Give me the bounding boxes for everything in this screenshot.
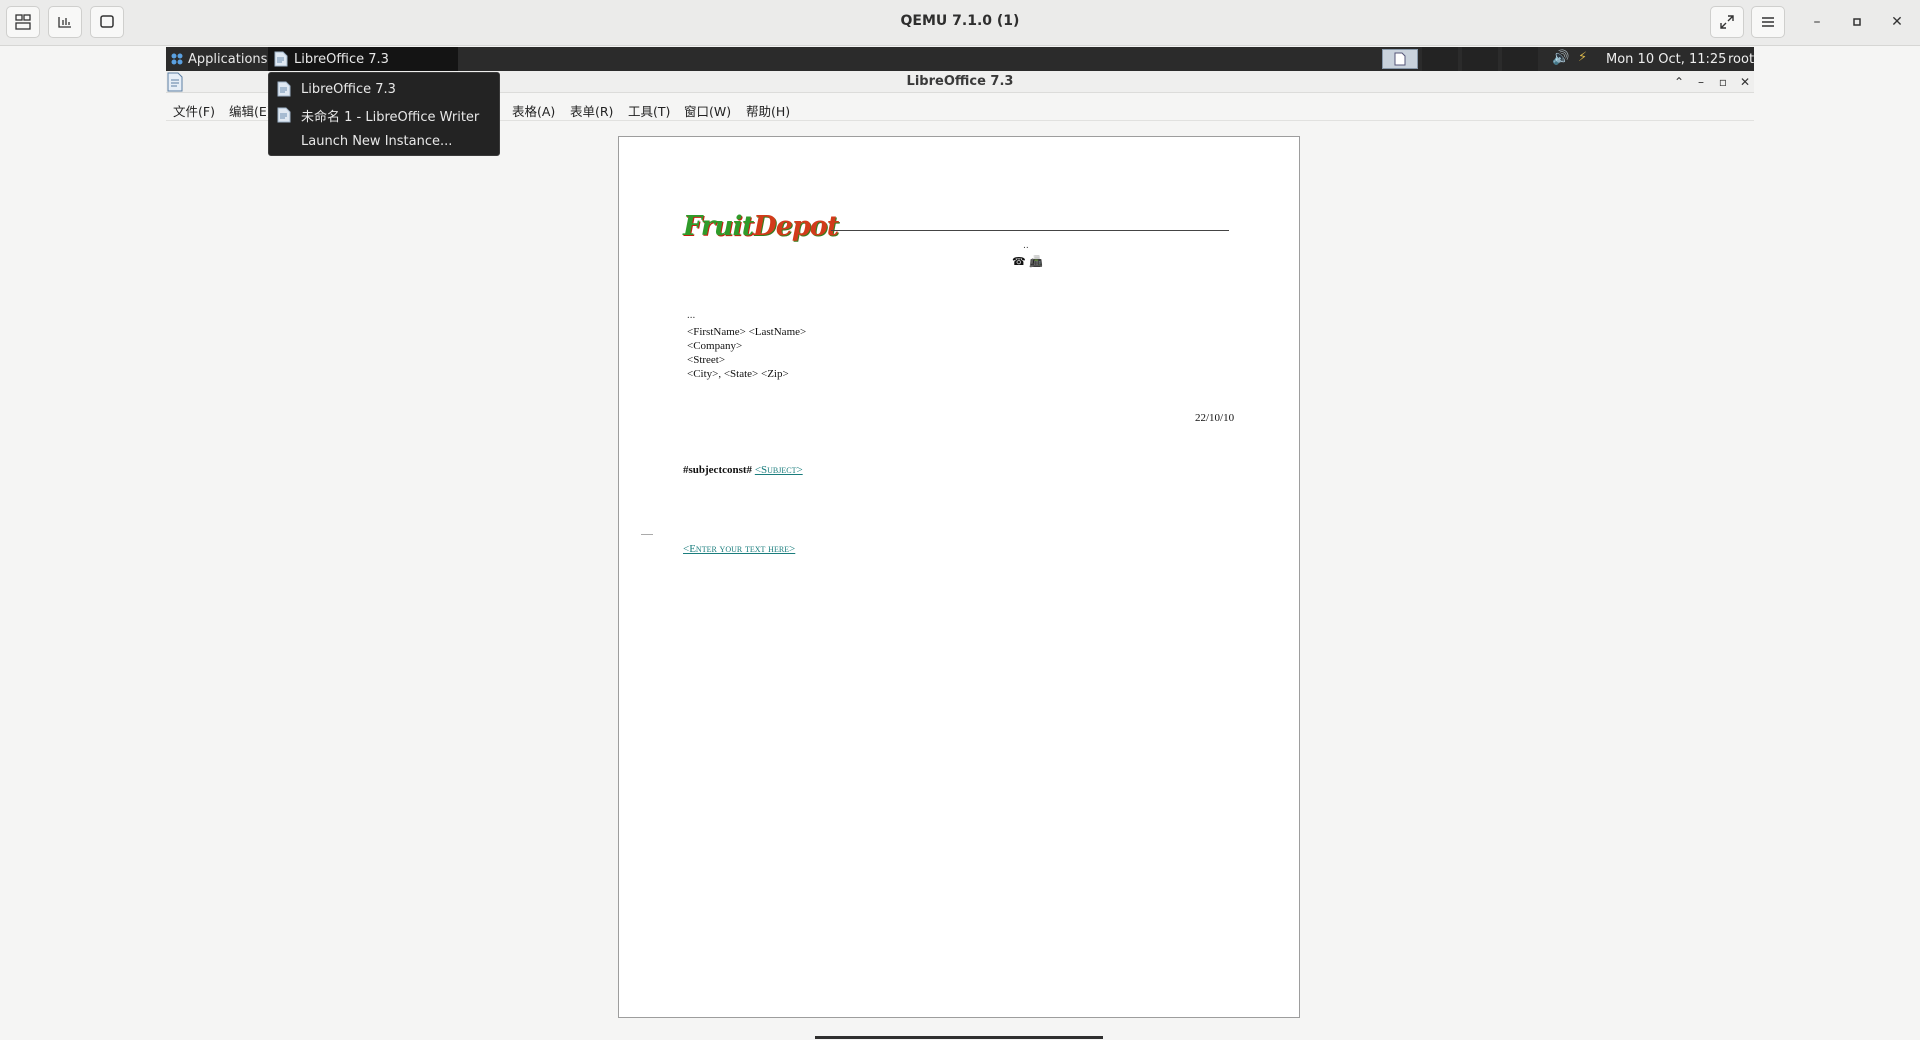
- document-icon: [277, 81, 291, 97]
- minimize-icon[interactable]: –: [1692, 73, 1710, 91]
- workspace-switcher-item[interactable]: [1502, 47, 1538, 71]
- panel-user[interactable]: root: [1728, 52, 1754, 67]
- document-icon: [1394, 52, 1406, 66]
- dropdown-item-label: Launch New Instance...: [301, 133, 453, 149]
- minimize-icon[interactable]: –: [1807, 12, 1827, 32]
- fullscreen-icon[interactable]: [1710, 6, 1744, 38]
- menu-help[interactable]: 帮助(H): [746, 101, 790, 120]
- panel-clock[interactable]: Mon 10 Oct, 11:25: [1606, 52, 1726, 67]
- qemu-window-title: QEMU 7.1.0 (1): [900, 13, 1020, 29]
- applications-menu-button[interactable]: Applications ⁝: [166, 47, 278, 71]
- taskbar-dropdown-menu: LibreOffice 7.3 未命名 1 - LibreOffice Writ…: [268, 72, 500, 156]
- address-line-name[interactable]: <FirstName> <LastName>: [687, 326, 806, 338]
- phone-fax-icons: ☎ 📠: [1012, 255, 1043, 268]
- workspace-switcher-item[interactable]: [1382, 49, 1418, 69]
- subject-line: #subjectconst# <Subject>: [683, 464, 803, 476]
- workspace-switcher-item[interactable]: [1462, 47, 1498, 71]
- maximize-icon[interactable]: ▫: [1714, 73, 1732, 91]
- taskbar-item-libreoffice[interactable]: LibreOffice 7.3: [268, 47, 458, 71]
- menu-file[interactable]: 文件(F): [173, 101, 215, 120]
- qemu-header: QEMU 7.1.0 (1) – ✕: [0, 0, 1920, 46]
- fruit-depot-logo: FruitDepot: [683, 211, 839, 242]
- dropdown-item-label: LibreOffice 7.3: [301, 81, 396, 97]
- document-icon: [274, 51, 288, 67]
- close-icon[interactable]: ✕: [1736, 73, 1754, 91]
- fold-mark: [641, 534, 653, 535]
- body-placeholder-field[interactable]: <Enter your text here>: [683, 543, 795, 555]
- address-line-street[interactable]: <Street>: [687, 354, 725, 366]
- close-icon[interactable]: ✕: [1887, 12, 1907, 32]
- dropdown-item-launch-new-instance[interactable]: Launch New Instance...: [269, 129, 499, 153]
- header-dots: ..: [1023, 241, 1029, 251]
- maximize-icon[interactable]: [1847, 12, 1867, 32]
- header-rule: [831, 230, 1229, 231]
- subject-prefix: #subjectconst#: [683, 464, 753, 476]
- dropdown-item-writer-document[interactable]: 未命名 1 - LibreOffice Writer: [269, 103, 499, 127]
- dropdown-item-libreoffice[interactable]: LibreOffice 7.3: [269, 77, 499, 101]
- menu-window[interactable]: 窗口(W): [684, 101, 731, 120]
- menu-tools[interactable]: 工具(T): [628, 101, 670, 120]
- menu-edit[interactable]: 编辑(E): [229, 101, 272, 120]
- horizontal-scroll-indicator[interactable]: [815, 1036, 1103, 1039]
- menu-form[interactable]: 表单(R): [570, 101, 613, 120]
- applications-label: Applications: [188, 51, 268, 67]
- document-icon: [277, 107, 291, 123]
- hamburger-menu-icon[interactable]: [1751, 6, 1785, 38]
- menu-table[interactable]: 表格(A): [512, 101, 555, 120]
- taskbar-item-label: LibreOffice 7.3: [294, 51, 389, 67]
- letter-date: 22/10/10: [1195, 412, 1235, 424]
- document-page[interactable]: FruitDepot .. ☎ 📠 ... <FirstName> <LastN…: [618, 136, 1300, 1018]
- guest-top-panel: Applications ⁝ LibreOffice 7.3 🔊 ⚡ Mon 1…: [166, 47, 1754, 71]
- sender-ellipsis: ...: [687, 309, 696, 321]
- subject-field[interactable]: <Subject>: [755, 464, 803, 476]
- shade-icon[interactable]: ⌃: [1670, 73, 1688, 91]
- address-line-company[interactable]: <Company>: [687, 340, 742, 352]
- dropdown-item-label: 未命名 1 - LibreOffice Writer: [301, 109, 480, 125]
- body-text: <Enter your text here>: [683, 543, 795, 555]
- power-icon[interactable]: ⚡: [1578, 50, 1587, 65]
- applications-icon: [171, 53, 183, 65]
- address-line-city[interactable]: <City>, <State> <Zip>: [687, 368, 789, 380]
- volume-icon[interactable]: 🔊: [1552, 50, 1569, 66]
- workspace-switcher-item[interactable]: [1422, 47, 1458, 71]
